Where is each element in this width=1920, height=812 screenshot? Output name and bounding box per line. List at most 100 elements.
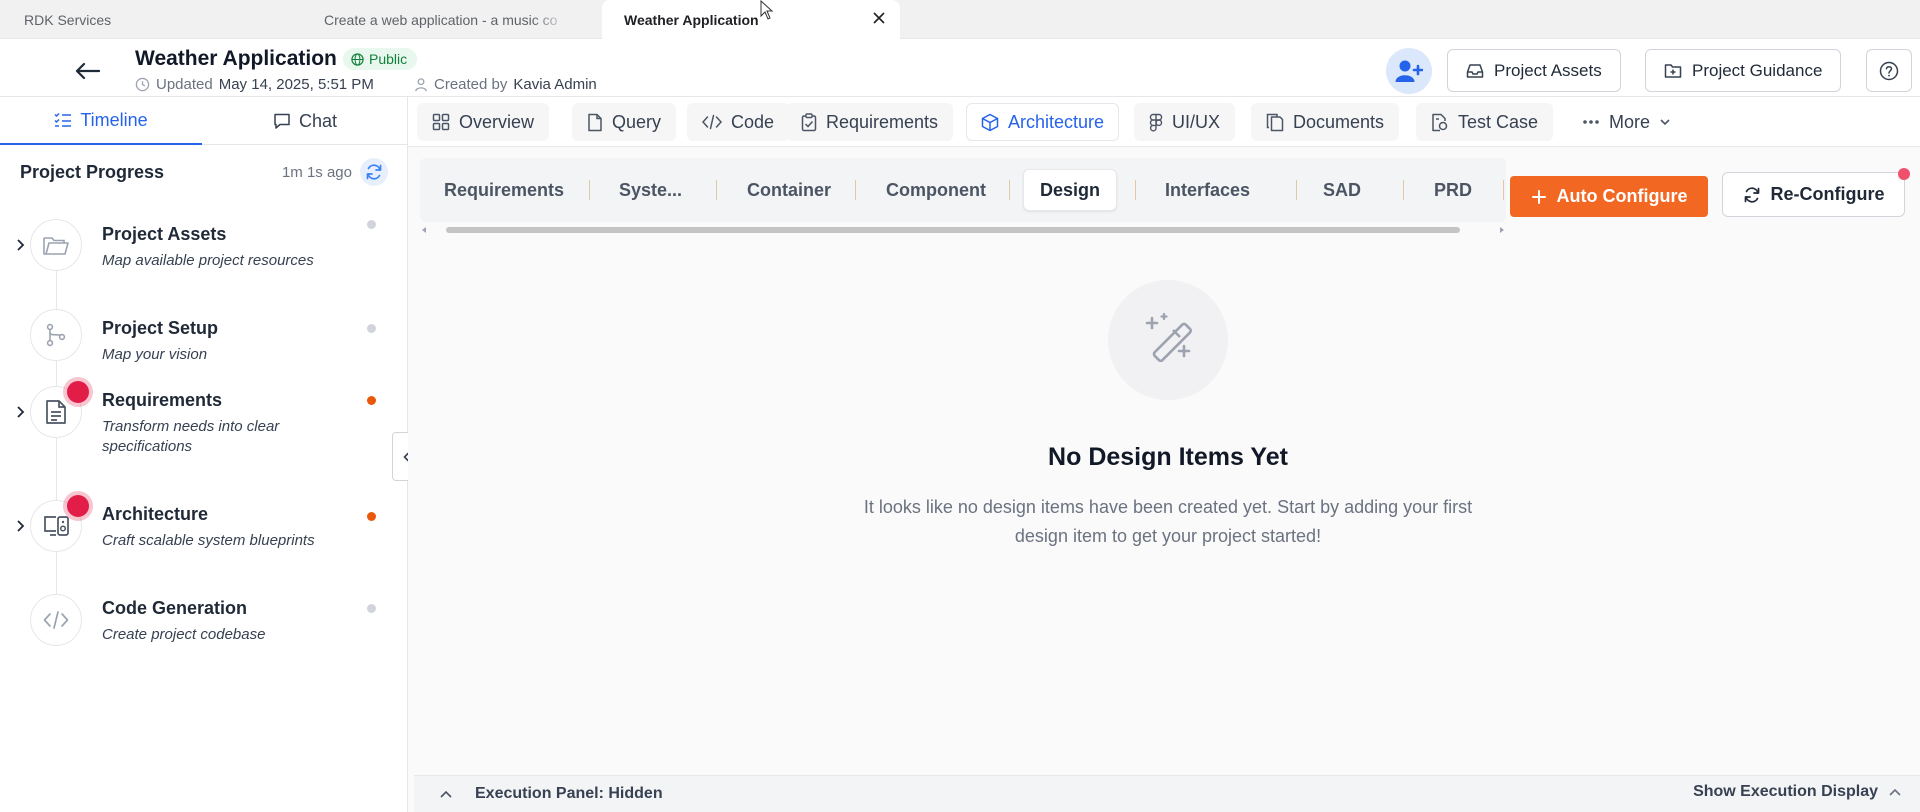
grid-icon bbox=[432, 113, 450, 131]
tab-chat[interactable]: Chat bbox=[202, 97, 408, 145]
help-button[interactable] bbox=[1866, 49, 1912, 92]
chevron-right-icon[interactable] bbox=[12, 404, 28, 420]
browser-tab-bar: RDK Services Create a web application - … bbox=[0, 0, 1920, 39]
subtab-component[interactable]: Component bbox=[870, 169, 1002, 211]
back-button[interactable] bbox=[70, 54, 104, 88]
subtab-design[interactable]: Design bbox=[1023, 169, 1118, 211]
tab-timeline[interactable]: Timeline bbox=[0, 97, 202, 145]
step-status-dot bbox=[367, 324, 376, 333]
subtab-api[interactable]: AP bbox=[1472, 169, 1506, 211]
tab-uiux[interactable]: UI/UX bbox=[1134, 103, 1236, 141]
empty-state-title: No Design Items Yet bbox=[1048, 443, 1288, 471]
tab-timeline-label: Timeline bbox=[80, 109, 148, 130]
reconfigure-label: Re-Configure bbox=[1770, 184, 1885, 204]
timeline-step-project-setup[interactable]: Project Setup Map your vision bbox=[0, 309, 408, 381]
tab-query[interactable]: Query bbox=[572, 103, 677, 141]
document-icon bbox=[45, 399, 67, 425]
scrollbar-thumb[interactable] bbox=[446, 227, 1460, 233]
subtab-requirements[interactable]: Requirements bbox=[428, 169, 580, 211]
browser-tab-music[interactable]: Create a web application - a music co bbox=[300, 0, 602, 39]
step-title: Requirements bbox=[102, 390, 223, 410]
browser-tab-title: RDK Services bbox=[24, 11, 112, 28]
step-icon-circle bbox=[30, 594, 82, 646]
timeline-step-architecture[interactable]: Architecture Craft scalable system bluep… bbox=[0, 495, 408, 587]
timeline-step-requirements[interactable]: Requirements Transform needs into clear … bbox=[0, 381, 408, 483]
browser-tab-title: Create a web application - a music co bbox=[324, 11, 558, 28]
step-title: Project Setup bbox=[102, 318, 219, 338]
figma-icon bbox=[1149, 113, 1163, 132]
file-icon bbox=[587, 113, 603, 132]
auto-configure-button[interactable]: Auto Configure bbox=[1510, 176, 1708, 217]
tab-code[interactable]: Code bbox=[687, 103, 790, 141]
updated-label: Updated bbox=[156, 76, 213, 93]
tab-code-label: Code bbox=[731, 111, 775, 132]
chevron-up-icon bbox=[1888, 788, 1902, 797]
step-description: Map available project resources bbox=[102, 252, 314, 269]
left-panel: Timeline Chat Project Progress 1m 1s ago bbox=[0, 97, 408, 812]
chevron-right-icon[interactable] bbox=[12, 237, 28, 253]
execution-panel-bar: Execution Panel: Hidden Show Execution D… bbox=[414, 775, 1920, 812]
refresh-icon bbox=[365, 163, 383, 181]
step-description: Craft scalable system blueprints bbox=[102, 532, 315, 549]
architecture-subtabs: Requirements Syste... Container Componen… bbox=[420, 158, 1506, 222]
tab-test-case[interactable]: Test Case bbox=[1416, 103, 1554, 141]
refresh-icon bbox=[1743, 186, 1761, 204]
step-icon-circle bbox=[30, 219, 82, 271]
chevron-up-icon bbox=[439, 790, 453, 799]
step-description: Transform needs into clear specification… bbox=[102, 418, 280, 455]
scroll-right-arrow-icon[interactable] bbox=[1498, 226, 1506, 234]
tab-chat-label: Chat bbox=[298, 110, 338, 131]
scroll-left-arrow-icon[interactable] bbox=[420, 226, 428, 234]
clock-icon bbox=[135, 77, 150, 92]
chevron-down-icon bbox=[1659, 118, 1671, 126]
created-meta: Created by Kavia Admin bbox=[414, 76, 597, 93]
close-icon[interactable] bbox=[868, 7, 890, 29]
main-content: Overview Query Code Requirements Archite… bbox=[408, 97, 1920, 812]
auto-configure-label: Auto Configure bbox=[1556, 186, 1688, 206]
tab-more-label: More bbox=[1609, 111, 1651, 132]
add-user-icon bbox=[1395, 59, 1423, 83]
tab-uiux-label: UI/UX bbox=[1172, 111, 1221, 132]
tab-test-case-label: Test Case bbox=[1458, 111, 1539, 132]
subtab-sad[interactable]: SAD bbox=[1307, 169, 1377, 211]
tab-architecture[interactable]: Architecture bbox=[966, 103, 1120, 141]
reconfigure-button[interactable]: Re-Configure bbox=[1722, 172, 1905, 217]
subtab-divider bbox=[1009, 180, 1010, 200]
empty-state-text: It looks like no design items have been … bbox=[838, 493, 1498, 551]
refresh-button[interactable] bbox=[360, 158, 388, 186]
tab-requirements[interactable]: Requirements bbox=[786, 103, 954, 141]
subtab-system[interactable]: Syste... bbox=[603, 169, 698, 211]
subtab-interfaces[interactable]: Interfaces bbox=[1149, 169, 1266, 211]
step-status-dot bbox=[367, 396, 376, 405]
project-guidance-label: Project Guidance bbox=[1692, 60, 1823, 80]
add-user-button[interactable] bbox=[1386, 48, 1432, 94]
folder-plus-icon bbox=[1664, 63, 1682, 79]
browser-tab-rdk[interactable]: RDK Services bbox=[0, 0, 300, 39]
devices-icon bbox=[42, 514, 70, 538]
step-description: Map your vision bbox=[102, 346, 208, 363]
created-value: Kavia Admin bbox=[513, 76, 597, 93]
tab-architecture-label: Architecture bbox=[1008, 111, 1105, 132]
tab-documents-label: Documents bbox=[1293, 111, 1385, 132]
timeline-step-project-assets[interactable]: Project Assets Map available project res… bbox=[0, 217, 408, 297]
main-tabs: Overview Query Code Requirements Archite… bbox=[408, 97, 1920, 147]
subtabs-scrollbar[interactable] bbox=[420, 224, 1506, 234]
show-execution-display-button[interactable]: Show Execution Display bbox=[1693, 783, 1902, 801]
code-icon bbox=[43, 610, 69, 630]
step-status-dot bbox=[367, 604, 376, 613]
chevron-right-icon[interactable] bbox=[12, 518, 28, 534]
created-label: Created by bbox=[434, 76, 508, 93]
browser-tab-weather[interactable]: Weather Application bbox=[602, 0, 900, 39]
tab-documents[interactable]: Documents bbox=[1251, 103, 1400, 141]
updated-value: May 14, 2025, 5:51 PM bbox=[218, 76, 374, 93]
timeline-step-code-generation[interactable]: Code Generation Create project codebase bbox=[0, 594, 408, 671]
execution-panel-toggle[interactable] bbox=[436, 784, 456, 804]
documents-icon bbox=[1266, 113, 1284, 132]
project-assets-button[interactable]: Project Assets bbox=[1447, 49, 1621, 92]
globe-icon bbox=[351, 52, 364, 66]
subtab-container[interactable]: Container bbox=[731, 169, 847, 211]
tab-overview[interactable]: Overview bbox=[417, 103, 550, 141]
tab-more[interactable]: More bbox=[1567, 103, 1686, 141]
project-guidance-button[interactable]: Project Guidance bbox=[1645, 49, 1842, 92]
tab-query-label: Query bbox=[612, 111, 662, 132]
